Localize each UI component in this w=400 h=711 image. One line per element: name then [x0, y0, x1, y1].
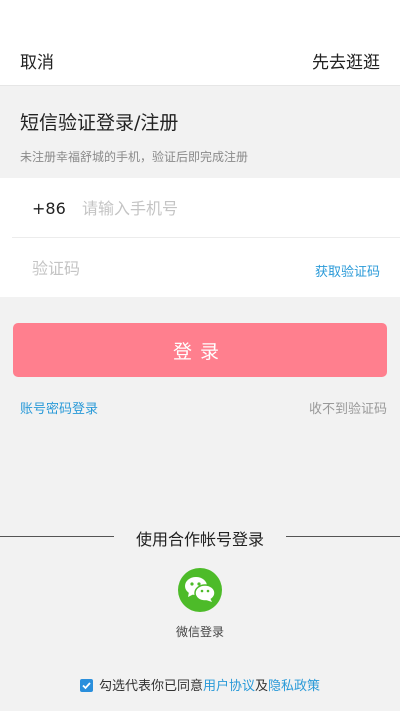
code-input[interactable]: [32, 254, 282, 282]
wechat-login-button[interactable]: [178, 568, 222, 612]
password-login-link[interactable]: 账号密码登录: [20, 398, 98, 417]
phone-input[interactable]: [82, 194, 362, 222]
phone-row: +86: [0, 178, 400, 238]
agreement-and-text: 及: [255, 679, 269, 694]
user-agreement-link[interactable]: 用户协议: [203, 679, 255, 694]
country-code[interactable]: +86: [32, 199, 66, 218]
page-title: 短信验证登录/注册: [20, 112, 179, 134]
no-code-link[interactable]: 收不到验证码: [309, 398, 387, 417]
code-row: 获取验证码: [0, 238, 400, 297]
partner-divider-right: [286, 536, 400, 537]
agreement-checkbox[interactable]: [79, 679, 93, 692]
login-form: +86 获取验证码: [0, 178, 400, 297]
agreement-text: 勾选代表你已同意: [98, 679, 203, 694]
page-subtitle: 未注册幸福舒城的手机，验证后即完成注册: [20, 150, 249, 164]
wechat-icon: [185, 577, 216, 602]
get-code-button[interactable]: 获取验证码: [315, 261, 380, 280]
checkmark-icon: [82, 682, 91, 690]
partner-login-title: 使用合作帐号登录: [135, 530, 264, 549]
browse-first-button[interactable]: 先去逛逛: [312, 48, 380, 73]
top-bar: 取消 先去逛逛: [0, 0, 400, 86]
login-button[interactable]: 登录: [13, 323, 387, 377]
cancel-button[interactable]: 取消: [20, 48, 54, 73]
agreement-row: 勾选代表你已同意用户协议及隐私政策: [0, 675, 400, 694]
wechat-login-label: 微信登录: [175, 625, 224, 639]
privacy-policy-link[interactable]: 隐私政策: [268, 679, 320, 694]
